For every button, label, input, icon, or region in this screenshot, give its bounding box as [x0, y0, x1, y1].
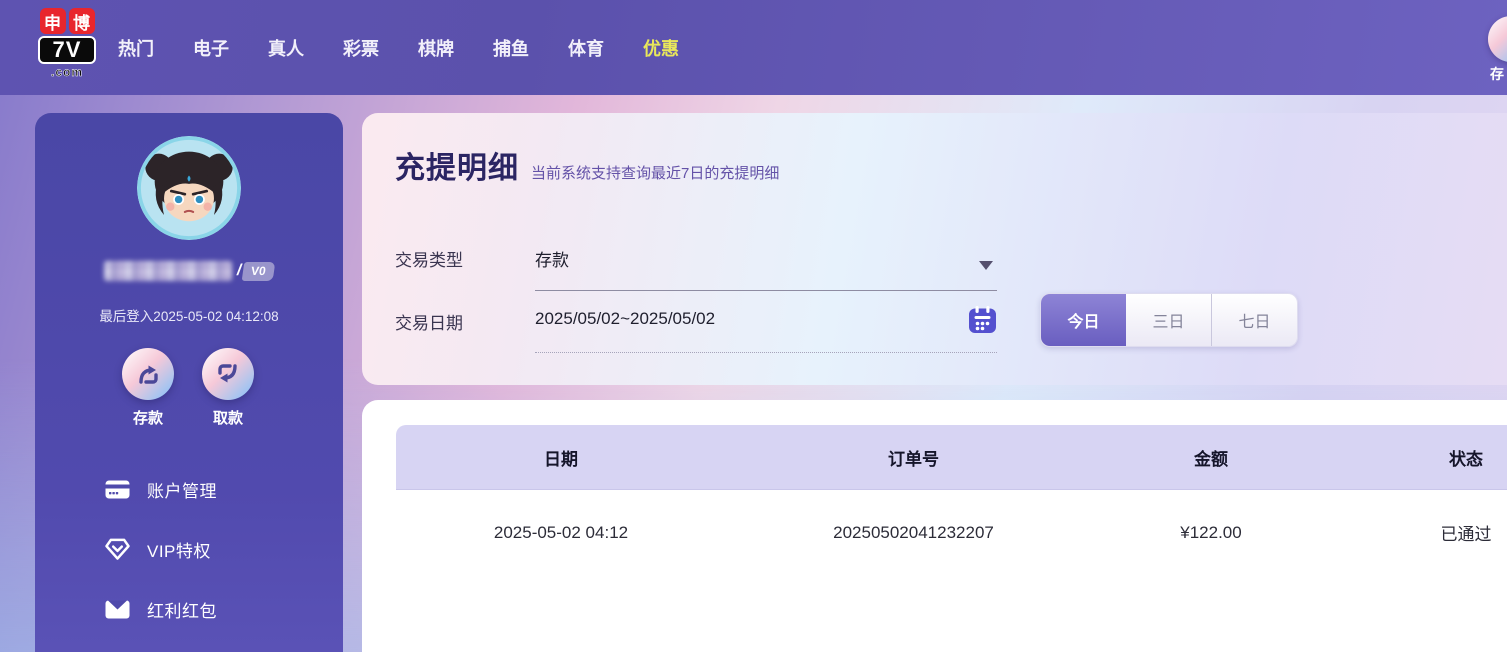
- table-header-row: 日期 订单号 金额 状态: [396, 425, 1507, 490]
- sidebar-item-vip[interactable]: VIP特权: [105, 534, 211, 564]
- tab-today[interactable]: 今日: [1041, 294, 1126, 346]
- logo-com-text: .com: [38, 65, 96, 79]
- site-logo[interactable]: 申 博 7V .com: [38, 8, 96, 79]
- page-subtitle: 当前系统支持查询最近7日的充提明细: [531, 162, 779, 183]
- tab-three-days[interactable]: 三日: [1126, 294, 1212, 346]
- nav-item-lottery[interactable]: 彩票: [343, 35, 379, 61]
- records-panel: 日期 订单号 金额 状态 2025-05-02 04:12 2025050204…: [362, 400, 1507, 652]
- select-underline: [535, 290, 997, 291]
- header-date: 日期: [396, 445, 726, 470]
- profile-vip-badge: V0: [242, 262, 275, 281]
- main-menu: 热门 电子 真人 彩票 棋牌 捕鱼 体育 优惠: [118, 0, 679, 95]
- sidebar-item-bonus[interactable]: 红利红包: [105, 594, 217, 624]
- calendar-icon[interactable]: [968, 305, 997, 334]
- header-order-no: 订单号: [726, 445, 1101, 470]
- floating-deposit-icon: [1488, 16, 1507, 62]
- card-icon: [105, 480, 130, 499]
- sidebar: / V0 最后登入2025-05-02 04:12:08 存款 取款: [35, 113, 343, 652]
- tab-seven-days[interactable]: 七日: [1212, 294, 1297, 346]
- header-status: 状态: [1321, 445, 1507, 470]
- cell-status: 已通过: [1321, 520, 1507, 545]
- sidebar-item-account[interactable]: 账户管理: [105, 474, 217, 504]
- chevron-down-icon: [979, 261, 993, 270]
- vip-diamond-icon: [105, 538, 130, 560]
- transaction-type-select[interactable]: [382, 235, 1022, 285]
- logo-badge-2: 博: [69, 8, 95, 34]
- last-login-text: 最后登入2025-05-02 04:12:08: [35, 305, 343, 325]
- nav-item-slots[interactable]: 电子: [193, 35, 229, 61]
- logo-badge-1: 申: [40, 8, 66, 34]
- transaction-date-input[interactable]: [382, 297, 1022, 347]
- records-table: 日期 订单号 金额 状态 2025-05-02 04:12 2025050204…: [396, 425, 1507, 575]
- cell-order-no: 20250502041232207: [726, 523, 1101, 543]
- header-amount: 金额: [1101, 445, 1321, 470]
- deposit-button[interactable]: 存款: [113, 348, 183, 428]
- nav-item-live[interactable]: 真人: [268, 35, 304, 61]
- filter-panel: 充提明细 当前系统支持查询最近7日的充提明细 交易类型 存款 交易日期 2025…: [362, 113, 1507, 385]
- withdraw-button[interactable]: 取款: [193, 348, 263, 428]
- date-underline: [535, 352, 997, 353]
- page-title: 充提明细: [395, 143, 519, 187]
- cell-date: 2025-05-02 04:12: [396, 523, 726, 543]
- deposit-arrow-icon: [135, 361, 161, 387]
- nav-item-poker[interactable]: 棋牌: [418, 35, 454, 61]
- date-range-tabs: 今日 三日 七日: [1040, 293, 1298, 347]
- profile-avatar[interactable]: [137, 136, 241, 240]
- nav-item-sports[interactable]: 体育: [568, 35, 604, 61]
- floating-deposit-button[interactable]: 存: [1488, 16, 1507, 84]
- envelope-icon: [105, 600, 130, 619]
- profile-username-blurred: [104, 261, 232, 281]
- logo-text: 7V: [38, 36, 96, 64]
- nav-item-hot[interactable]: 热门: [118, 35, 154, 61]
- cell-amount: ¥122.00: [1101, 523, 1321, 543]
- table-row: 2025-05-02 04:12 20250502041232207 ¥122.…: [396, 490, 1507, 575]
- top-nav: 申 博 7V .com 热门 电子 真人 彩票 棋牌 捕鱼 体育 优惠 V0: [0, 0, 1507, 95]
- nav-item-promo[interactable]: 优惠: [643, 35, 679, 61]
- withdraw-arrow-icon: [215, 361, 241, 387]
- nav-item-fishing[interactable]: 捕鱼: [493, 35, 529, 61]
- vip-slash: /: [237, 262, 241, 280]
